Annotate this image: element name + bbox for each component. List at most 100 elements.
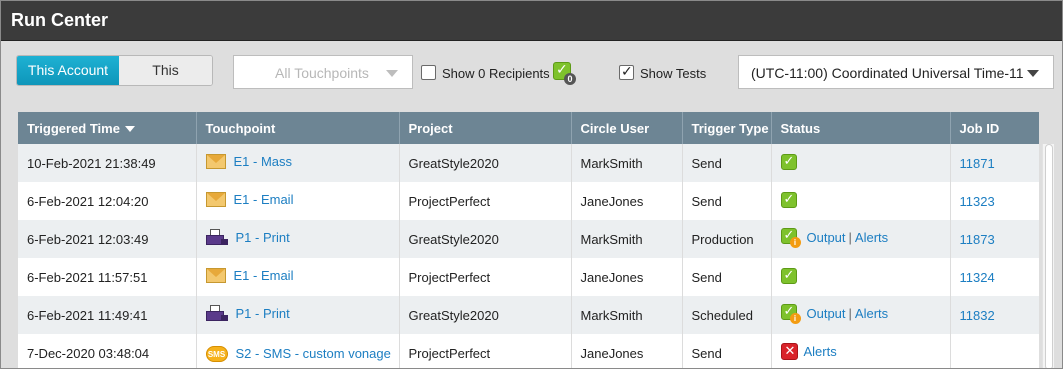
cell-circle-user: JaneJones	[571, 334, 683, 368]
table-row[interactable]: 6-Feb-2021 11:57:51 E1 - Email ProjectPerf…	[18, 258, 1039, 296]
title-bar: Run Center	[1, 1, 1062, 41]
cell-trigger-type: Send	[682, 144, 772, 182]
cell-job-id: 11832	[950, 296, 1039, 334]
cell-project: ProjectPerfect	[399, 334, 572, 368]
show-zero-recipients-label: Show 0 Recipients	[442, 66, 550, 81]
cell-status: ✓	[771, 144, 951, 182]
alerts-link[interactable]: Alerts	[804, 344, 837, 359]
column-header-job-id[interactable]: Job ID	[950, 112, 1039, 144]
cell-touchpoint: E1 - Email	[196, 182, 400, 220]
cell-job-id: 11324	[950, 258, 1039, 296]
output-link[interactable]: Output	[807, 230, 846, 245]
chevron-down-icon	[1027, 70, 1039, 77]
cell-touchpoint: P1 - Print	[196, 296, 400, 334]
cell-project: ProjectPerfect	[399, 258, 572, 296]
sms-bubble-icon: SMS	[205, 345, 228, 362]
this-project-button[interactable]: This Project	[119, 56, 212, 85]
checkmark-icon: ✓	[621, 63, 633, 79]
link-separator: |	[848, 230, 852, 245]
cell-touchpoint: E1 - Mass	[196, 144, 400, 182]
email-envelope-icon	[205, 154, 226, 169]
error-x-icon: ✕	[780, 343, 798, 360]
printer-icon	[205, 304, 228, 324]
cell-triggered-time: 10-Feb-2021 21:38:49	[18, 144, 197, 182]
scope-toggle: This Account This Project	[16, 55, 213, 86]
success-warning-icon: ✓ i	[780, 227, 801, 248]
email-envelope-icon	[205, 192, 226, 207]
touchpoints-dropdown-label: All Touchpoints	[275, 65, 369, 81]
cell-circle-user: JaneJones	[571, 258, 683, 296]
cell-job-id: 11873	[950, 220, 1039, 258]
column-header-project[interactable]: Project	[399, 112, 572, 144]
timezone-dropdown[interactable]: (UTC-11:00) Coordinated Universal Time-1…	[738, 55, 1054, 89]
cell-status: ✓ i Output | Alerts	[771, 220, 951, 258]
show-tests-label: Show Tests	[640, 66, 707, 81]
job-id-link[interactable]: 11324	[960, 270, 995, 285]
column-header-touchpoint[interactable]: Touchpoint	[196, 112, 400, 144]
job-id-link[interactable]: 11871	[960, 156, 995, 171]
success-check-icon: ✓	[780, 153, 797, 170]
cell-circle-user: MarkSmith	[571, 144, 683, 182]
cell-trigger-type: Production	[682, 220, 772, 258]
table-header: Triggered Time Touchpoint Project Circle…	[18, 112, 1039, 144]
alerts-link[interactable]: Alerts	[855, 306, 888, 321]
table-row[interactable]: 7-Dec-2020 03:48:04 SMS S2 - SMS - custom …	[18, 334, 1039, 368]
column-header-status[interactable]: Status	[771, 112, 951, 144]
toolbar: This Account This Project All Touchpoint…	[1, 41, 1062, 99]
touchpoint-link[interactable]: E1 - Email	[234, 268, 294, 283]
cell-touchpoint: P1 - Print	[196, 220, 400, 258]
table-row[interactable]: 10-Feb-2021 21:38:49 E1 - Mass GreatStyle2…	[18, 144, 1039, 182]
email-envelope-icon	[205, 268, 226, 283]
cell-triggered-time: 6-Feb-2021 12:04:20	[18, 182, 197, 220]
cell-circle-user: MarkSmith	[571, 220, 683, 258]
cell-job-id: 11871	[950, 144, 1039, 182]
job-id-link[interactable]: 11873	[960, 232, 995, 247]
this-account-button[interactable]: This Account	[17, 56, 119, 85]
touchpoint-link[interactable]: P1 - Print	[236, 230, 290, 245]
page-title: Run Center	[11, 10, 109, 30]
touchpoint-link[interactable]: P1 - Print	[236, 306, 290, 321]
table-row[interactable]: 6-Feb-2021 12:04:20 E1 - Email ProjectPerf…	[18, 182, 1039, 220]
table-scrollbar[interactable]	[1042, 144, 1054, 368]
printer-icon	[205, 228, 228, 248]
success-warning-icon: ✓ i	[780, 303, 801, 324]
table-row[interactable]: 6-Feb-2021 12:03:49 P1 - Print GreatStyle2…	[18, 220, 1039, 258]
cell-status: ✓	[771, 182, 951, 220]
scrollbar-thumb[interactable]	[1045, 144, 1053, 368]
runs-table: Triggered Time Touchpoint Project Circle…	[18, 112, 1039, 368]
touchpoint-link[interactable]: E1 - Email	[234, 192, 294, 207]
column-header-trigger-type[interactable]: Trigger Type	[682, 112, 772, 144]
cell-job-id: 11323	[950, 182, 1039, 220]
cell-touchpoint: SMS S2 - SMS - custom vonage	[196, 334, 400, 368]
job-id-link[interactable]: 11832	[960, 308, 995, 323]
sort-descending-icon	[124, 126, 135, 133]
touchpoints-dropdown[interactable]: All Touchpoints	[233, 55, 413, 89]
cell-triggered-time: 6-Feb-2021 12:03:49	[18, 220, 197, 258]
show-tests-checkbox[interactable]: ✓	[619, 63, 634, 80]
cell-touchpoint: E1 - Email	[196, 258, 400, 296]
cell-circle-user: MarkSmith	[571, 296, 683, 334]
touchpoint-link[interactable]: E1 - Mass	[234, 154, 293, 169]
cell-job-id	[950, 334, 1039, 368]
job-id-link[interactable]: 11323	[960, 194, 995, 209]
alerts-link[interactable]: Alerts	[855, 230, 888, 245]
cell-project: GreatStyle2020	[399, 220, 572, 258]
column-header-triggered-time[interactable]: Triggered Time	[18, 112, 197, 144]
cell-status: ✕ Alerts	[771, 334, 951, 368]
runs-table-container: Triggered Time Touchpoint Project Circle…	[18, 112, 1039, 368]
cell-trigger-type: Send	[682, 334, 772, 368]
cell-trigger-type: Scheduled	[682, 296, 772, 334]
touchpoint-link[interactable]: S2 - SMS - custom vonage	[236, 346, 391, 361]
column-header-circle-user[interactable]: Circle User	[571, 112, 683, 144]
table-row[interactable]: 6-Feb-2021 11:49:41 P1 - Print GreatStyle2…	[18, 296, 1039, 334]
recipients-check-icon: ✓ 0	[553, 61, 576, 85]
timezone-label: (UTC-11:00) Coordinated Universal Time-1…	[751, 65, 1024, 81]
cell-triggered-time: 6-Feb-2021 11:57:51	[18, 258, 197, 296]
run-center-window: Run Center This Account This Project All…	[0, 0, 1063, 369]
cell-project: GreatStyle2020	[399, 144, 572, 182]
recipients-zero-badge: 0	[564, 73, 576, 85]
output-link[interactable]: Output	[807, 306, 846, 321]
cell-project: ProjectPerfect	[399, 182, 572, 220]
success-check-icon: ✓	[780, 267, 797, 284]
show-zero-recipients-checkbox[interactable]	[421, 65, 436, 80]
